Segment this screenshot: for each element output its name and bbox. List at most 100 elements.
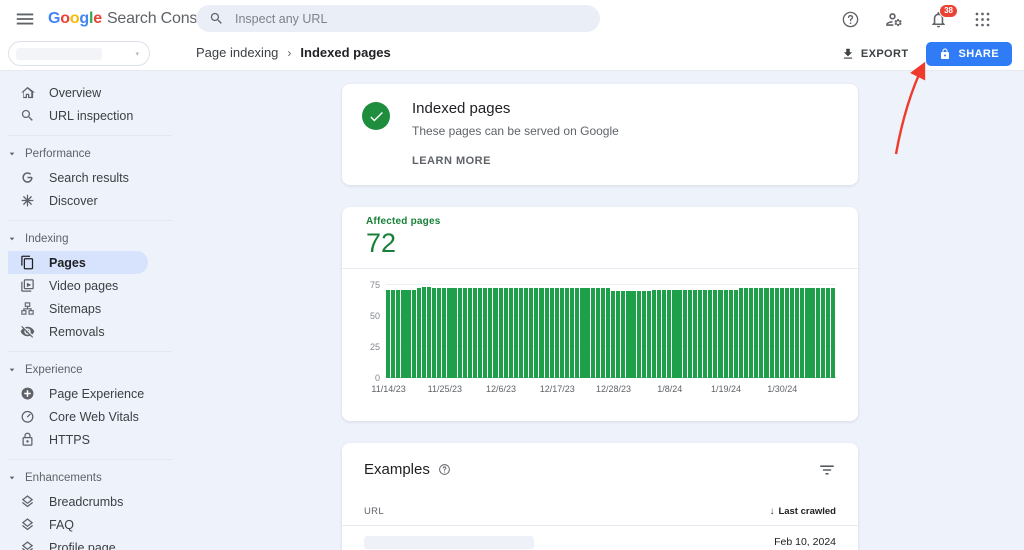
last-crawled-column-header[interactable]: ↓ Last crawled <box>769 506 836 517</box>
chart-bar[interactable] <box>513 288 519 378</box>
chart-bar[interactable] <box>703 289 708 378</box>
sidebar-section-header-performance[interactable]: Performance <box>8 141 172 166</box>
chart-bar[interactable] <box>570 288 575 378</box>
sidebar-item-removals[interactable]: Removals <box>8 320 148 343</box>
chart-bar[interactable] <box>426 287 432 378</box>
user-settings-icon[interactable] <box>885 10 904 29</box>
url-column-header[interactable]: URL <box>364 506 384 517</box>
filter-icon[interactable] <box>818 461 836 479</box>
chart-bar[interactable] <box>600 288 605 378</box>
chart-bar[interactable] <box>672 289 677 378</box>
sidebar-item-page-experience[interactable]: Page Experience <box>8 382 148 405</box>
sidebar-item-discover[interactable]: Discover <box>8 189 148 212</box>
chart-bar[interactable] <box>784 288 790 378</box>
chart-bar[interactable] <box>549 288 554 378</box>
chart-bar[interactable] <box>391 289 396 378</box>
chart-bar[interactable] <box>518 288 524 378</box>
chart-bar[interactable] <box>713 289 718 378</box>
chart-bar[interactable] <box>396 289 401 378</box>
sidebar-item-url-inspection[interactable]: URL inspection <box>0 104 148 127</box>
breadcrumb-parent[interactable]: Page indexing <box>196 45 278 60</box>
chart-bar[interactable] <box>651 289 657 378</box>
chart-bar[interactable] <box>754 288 759 378</box>
apps-grid-icon[interactable] <box>973 10 992 29</box>
chart-bar[interactable] <box>483 288 488 378</box>
chart-bar[interactable] <box>416 288 421 378</box>
chart-bar[interactable] <box>503 288 508 378</box>
chart-bar[interactable] <box>810 288 815 378</box>
chart-bar[interactable] <box>493 288 498 378</box>
chart-bar[interactable] <box>585 288 590 378</box>
chart-bar[interactable] <box>795 288 800 378</box>
chart-bar[interactable] <box>605 288 611 378</box>
chart-bar[interactable] <box>677 289 682 378</box>
chart-bar[interactable] <box>616 290 621 378</box>
chart-bar[interactable] <box>386 289 391 378</box>
share-button[interactable]: SHARE <box>926 42 1012 66</box>
chart-bar[interactable] <box>544 288 549 378</box>
help-icon[interactable] <box>841 10 860 29</box>
sidebar-section-header-enhancements[interactable]: Enhancements <box>8 465 172 490</box>
chart-bar[interactable] <box>789 288 795 378</box>
chart-bar[interactable] <box>708 289 713 378</box>
chart-bar[interactable] <box>764 288 769 378</box>
chart-bar[interactable] <box>646 290 651 378</box>
help-icon[interactable] <box>438 463 451 476</box>
chart-bar[interactable] <box>595 288 600 378</box>
chart-bar[interactable] <box>667 289 672 378</box>
chart-bar[interactable] <box>759 288 764 378</box>
chart-bar[interactable] <box>749 288 754 378</box>
chart-bar[interactable] <box>432 288 437 378</box>
chart-metric-header[interactable]: Affected pages 72 <box>342 207 858 269</box>
chart-bar[interactable] <box>779 288 784 378</box>
chart-bar[interactable] <box>815 288 820 378</box>
chart-bar[interactable] <box>554 288 559 378</box>
chart-bar[interactable] <box>462 288 467 378</box>
chart-bar[interactable] <box>636 290 641 378</box>
chart-bar[interactable] <box>534 288 539 378</box>
chart-bar[interactable] <box>564 288 570 378</box>
chart-bar[interactable] <box>442 288 447 378</box>
chart-bar[interactable] <box>657 289 662 378</box>
url-inspection-search-input[interactable]: Inspect any URL <box>196 5 600 32</box>
notifications-bell-icon[interactable]: 38 <box>929 3 958 29</box>
chart-bar[interactable] <box>728 289 733 378</box>
sidebar-item-search-results[interactable]: Search results <box>8 166 148 189</box>
chart-bar[interactable] <box>529 288 534 378</box>
app-logo[interactable]: Google Search Console <box>48 10 218 28</box>
chart-bar[interactable] <box>590 288 595 378</box>
sidebar-item-pages[interactable]: Pages <box>8 251 148 274</box>
chart-bar[interactable] <box>805 288 810 378</box>
chart-bar[interactable] <box>621 290 626 378</box>
chart-bar[interactable] <box>692 289 697 378</box>
chart-bar[interactable] <box>472 288 478 378</box>
chart-bar[interactable] <box>539 288 544 378</box>
chart-bar[interactable] <box>452 288 457 378</box>
chart-bar[interactable] <box>774 288 779 378</box>
chart-bar[interactable] <box>825 288 830 378</box>
chart-bar[interactable] <box>697 289 703 378</box>
chart-bar[interactable] <box>580 288 585 378</box>
chart-bar[interactable] <box>467 288 472 378</box>
chart-bar[interactable] <box>498 288 503 378</box>
chart-bar[interactable] <box>718 289 723 378</box>
sidebar-item-core-web-vitals[interactable]: Core Web Vitals <box>8 405 148 428</box>
sidebar-item-video-pages[interactable]: Video pages <box>8 274 148 297</box>
chart-bar[interactable] <box>830 288 836 378</box>
chart-bar[interactable] <box>626 290 631 378</box>
chart-bar[interactable] <box>411 289 416 378</box>
chart-bar[interactable] <box>524 288 529 378</box>
hamburger-menu-icon[interactable] <box>14 8 36 30</box>
chart-bar[interactable] <box>437 288 442 378</box>
chart-bar[interactable] <box>733 289 738 378</box>
chart-bar[interactable] <box>457 288 462 378</box>
sidebar-item-sitemaps[interactable]: Sitemaps <box>8 297 148 320</box>
chart-bar[interactable] <box>641 290 646 378</box>
chart-bar[interactable] <box>401 289 406 378</box>
chart-bar[interactable] <box>631 290 636 378</box>
chart-bar[interactable] <box>575 288 580 378</box>
sidebar-item-profile-page[interactable]: Profile page <box>8 536 148 550</box>
sidebar-section-header-indexing[interactable]: Indexing <box>8 226 172 251</box>
chart-bar[interactable] <box>820 288 825 378</box>
sidebar-item-breadcrumbs[interactable]: Breadcrumbs <box>8 490 148 513</box>
